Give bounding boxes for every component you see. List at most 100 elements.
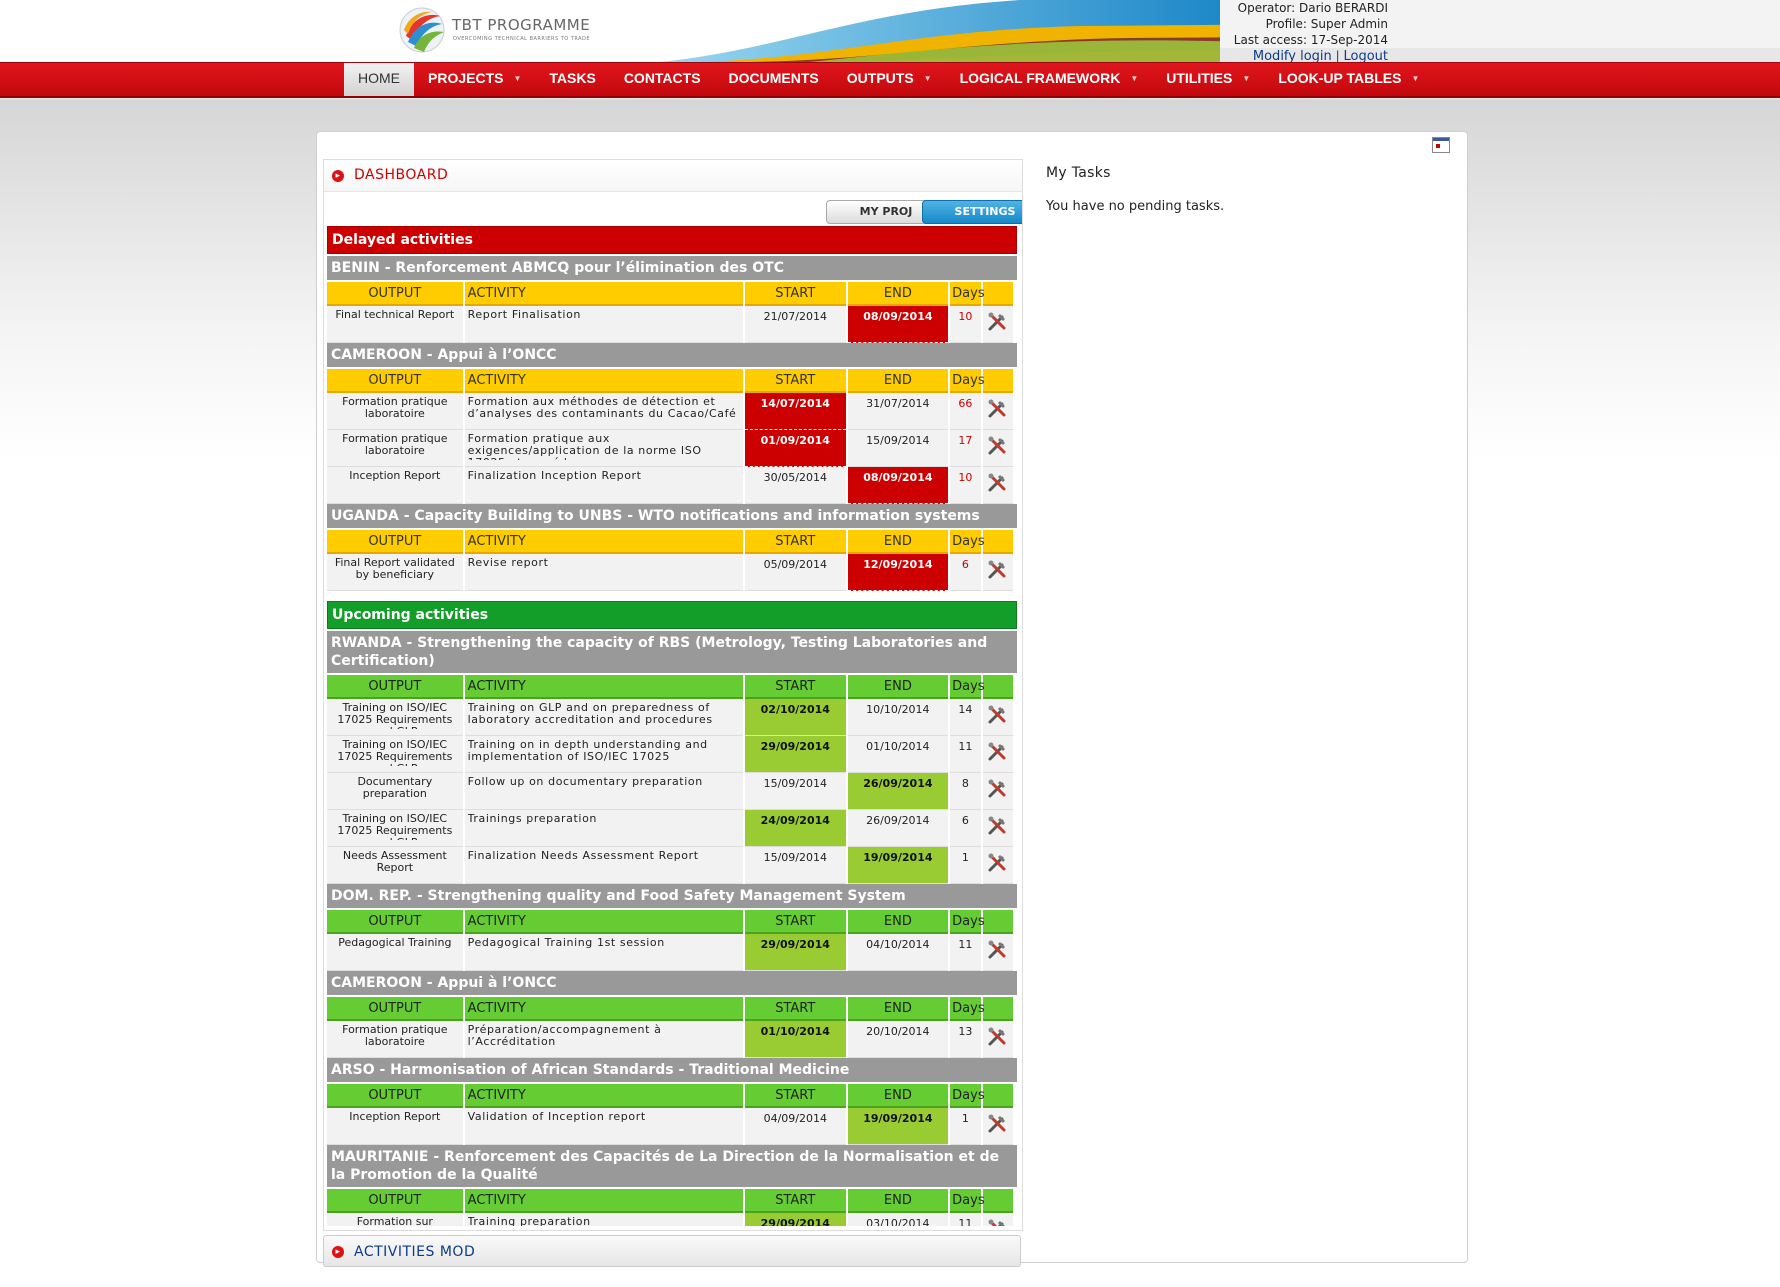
nav-item-home[interactable]: HOME — [344, 63, 414, 96]
table-row[interactable]: Final Report validated by beneficiary Rev… — [327, 554, 1013, 591]
table-row[interactable]: Documentary preparation Follow up on docu… — [327, 773, 1013, 810]
tbt-logo[interactable]: TBT PROGRAMME OVERCOMING TECHNICAL BARRI… — [398, 6, 598, 56]
activity-text: Formation pratique aux exigences/applica… — [467, 433, 702, 460]
nav-item-outputs[interactable]: OUTPUTS ▼ — [833, 63, 946, 96]
table-row[interactable]: Needs Assessment Report Finalization Need… — [327, 847, 1013, 884]
settings-button[interactable]: SETTINGS — [922, 200, 1022, 224]
project-title[interactable]: MAURITANIE - Renforcement des Capacités … — [327, 1145, 1017, 1187]
logout-link[interactable]: Logout — [1343, 49, 1388, 62]
end-date-cell: 20/10/2014 — [847, 1021, 949, 1058]
project-title[interactable]: CAMEROON - Appui à l’ONCC — [327, 343, 1017, 367]
end-date-cell: 01/10/2014 — [847, 736, 949, 773]
project-title[interactable]: BENIN - Renforcement ABMCQ pour l’élimin… — [327, 256, 1017, 280]
tools-icon[interactable] — [987, 399, 1009, 419]
table-header-row: OUTPUT ACTIVITY START END Days — [327, 282, 1013, 306]
expand-icon[interactable]: ▸ — [332, 170, 344, 182]
dashboard-panel: ▸ DASHBOARD MY PROJ SETTINGS Delayed act… — [323, 159, 1023, 1231]
end-date-cell: 12/09/2014 — [847, 554, 949, 591]
activity-text: Formation aux méthodes de détection et d… — [467, 396, 737, 420]
nav-item-utilities[interactable]: UTILITIES ▼ — [1152, 63, 1264, 96]
tools-icon[interactable] — [987, 1027, 1009, 1047]
nav-item-documents[interactable]: DOCUMENTS — [715, 63, 833, 96]
table-row[interactable]: Formation pratique laboratoire Préparatio… — [327, 1021, 1013, 1058]
nav-item-contacts[interactable]: CONTACTS — [610, 63, 715, 96]
table-header-row: OUTPUT ACTIVITY START END Days — [327, 1189, 1013, 1213]
project-title[interactable]: CAMEROON - Appui à l’ONCC — [327, 971, 1017, 995]
activity-cell: Formation aux méthodes de détection et d… — [464, 393, 743, 430]
column-header-days: Days — [950, 1189, 985, 1213]
table-row[interactable]: Formation sur l’élaboration, l’adoption … — [327, 1213, 1013, 1226]
table-row[interactable]: Inception Report Validation of Inception … — [327, 1108, 1013, 1145]
column-header-activity: ACTIVITY — [464, 1189, 743, 1213]
tools-icon[interactable] — [987, 705, 1009, 725]
modify-login-link[interactable]: Modify login — [1253, 49, 1332, 62]
project-title[interactable]: ARSO - Harmonisation of African Standard… — [327, 1058, 1017, 1082]
tools-icon[interactable] — [987, 473, 1009, 493]
tools-icon[interactable] — [987, 1219, 1009, 1226]
nav-item-projects[interactable]: PROJECTS ▼ — [414, 63, 535, 96]
table-row[interactable]: Training on ISO/IEC 17025 Requirements a… — [327, 736, 1013, 773]
output-text: Formation sur l’élaboration, l’adoption … — [356, 1216, 433, 1226]
chevron-down-icon: ▼ — [513, 74, 522, 84]
column-header-end: END — [847, 675, 949, 699]
days-cell: 1 — [950, 847, 981, 884]
days-cell: 10 — [950, 306, 981, 343]
output-cell: Training on ISO/IEC 17025 Requirements a… — [327, 736, 463, 773]
table-row[interactable]: Final technical Report Report Finalisatio… — [327, 306, 1013, 343]
action-cell — [982, 467, 1013, 504]
nav-item-look-up-tables[interactable]: LOOK-UP TABLES ▼ — [1264, 63, 1433, 96]
calendar-icon[interactable] — [1432, 137, 1450, 153]
days-cell: 11 — [950, 1213, 981, 1226]
column-header-output: OUTPUT — [327, 1189, 463, 1213]
tools-icon[interactable] — [987, 816, 1009, 836]
project-title[interactable]: UGANDA - Capacity Building to UNBS - WTO… — [327, 504, 1017, 528]
end-date-cell: 03/10/2014 — [847, 1213, 949, 1226]
activities-mod-panel[interactable]: ▸ ACTIVITIES MOD — [323, 1235, 1021, 1267]
action-cell — [982, 934, 1013, 971]
action-cell — [982, 736, 1013, 773]
tools-icon[interactable] — [987, 853, 1009, 873]
end-date-cell: 26/09/2014 — [847, 773, 949, 810]
project-title[interactable]: RWANDA - Strengthening the capacity of R… — [327, 631, 1017, 673]
tools-icon[interactable] — [987, 436, 1009, 456]
nav-item-label: TASKS — [549, 70, 596, 86]
table-row[interactable]: Training on ISO/IEC 17025 Requirements a… — [327, 699, 1013, 736]
table-row[interactable]: Training on ISO/IEC 17025 Requirements a… — [327, 810, 1013, 847]
tools-icon[interactable] — [987, 560, 1009, 580]
dashboard-activity-list[interactable]: Delayed activities BENIN - Renforcement A… — [327, 226, 1017, 1226]
activity-text: Training preparation — [467, 1216, 591, 1226]
output-text: Needs Assessment Report — [342, 850, 447, 874]
tools-icon[interactable] — [987, 940, 1009, 960]
column-header-days: Days — [950, 675, 985, 699]
activity-text: Finalization Needs Assessment Report — [467, 850, 699, 862]
action-cell — [982, 810, 1013, 847]
column-header-days: Days — [950, 1084, 985, 1108]
column-header-days: Days — [950, 282, 985, 306]
table-row[interactable]: Formation pratique laboratoire Formation … — [327, 430, 1013, 467]
table-row[interactable]: Formation pratique laboratoire Formation … — [327, 393, 1013, 430]
action-cell — [982, 773, 1013, 810]
output-text: Final technical Report — [335, 309, 455, 321]
expand-icon[interactable]: ▸ — [332, 1246, 344, 1258]
tools-icon[interactable] — [987, 779, 1009, 799]
project-title[interactable]: DOM. REP. - Strengthening quality and Fo… — [327, 884, 1017, 908]
tools-icon[interactable] — [987, 312, 1009, 332]
column-header-actions — [982, 282, 1013, 306]
column-header-days: Days — [950, 997, 985, 1021]
chevron-down-icon: ▼ — [923, 74, 932, 84]
start-date-cell: 01/10/2014 — [745, 1021, 846, 1058]
column-header-output: OUTPUT — [327, 910, 463, 934]
nav-item-logical-framework[interactable]: LOGICAL FRAMEWORK ▼ — [946, 63, 1153, 96]
tools-icon[interactable] — [987, 1114, 1009, 1134]
table-row[interactable]: Pedagogical Training Pedagogical Training… — [327, 934, 1013, 971]
last-access: Last access: 17-Sep-2014 — [1233, 33, 1388, 47]
activity-cell: Follow up on documentary preparation — [464, 773, 743, 810]
column-header-start: START — [745, 910, 846, 934]
dashboard-header[interactable]: ▸ DASHBOARD — [324, 160, 1022, 192]
output-cell: Formation pratique laboratoire — [327, 430, 463, 467]
nav-item-tasks[interactable]: TASKS — [535, 63, 609, 96]
table-header-row: OUTPUT ACTIVITY START END Days — [327, 997, 1013, 1021]
output-text: Training on ISO/IEC 17025 Requirements a… — [337, 739, 453, 766]
tools-icon[interactable] — [987, 742, 1009, 762]
table-row[interactable]: Inception Report Finalization Inception R… — [327, 467, 1013, 504]
